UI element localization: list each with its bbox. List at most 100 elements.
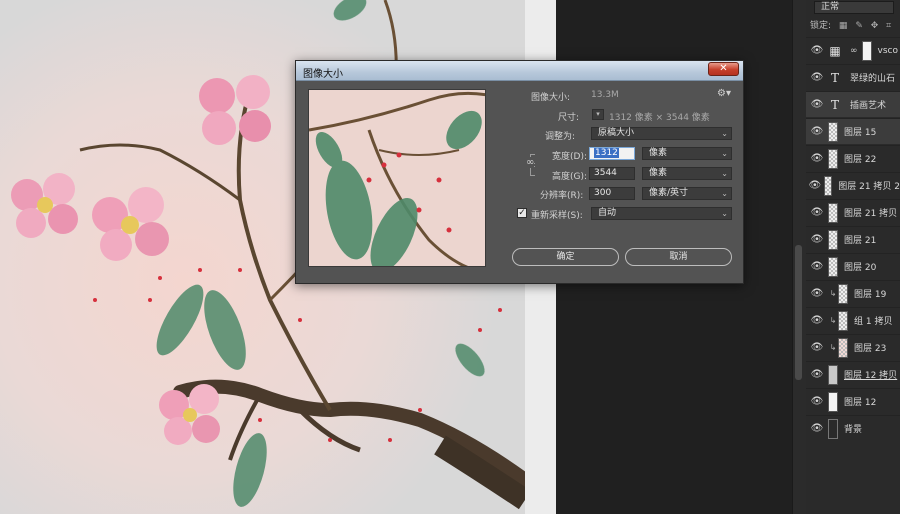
layer-thumbnail — [823, 175, 833, 196]
layer-name: 图层 19 — [854, 290, 887, 300]
link-icon: ∞ — [850, 45, 858, 56]
dialog-titlebar[interactable]: 图像大小 ✕ — [296, 61, 743, 81]
chevron-down-icon: ⌄ — [721, 129, 728, 138]
layer-row[interactable]: 👁 背景 — [806, 415, 900, 441]
layer-thumbnail — [828, 229, 838, 250]
width-unit-select[interactable]: 像素 ⌄ — [642, 147, 732, 160]
layer-name: vsco — [877, 45, 898, 56]
dimensions-unit-dropdown[interactable]: ▾ — [592, 109, 604, 120]
fit-to-select[interactable]: 原稿大小 ⌄ — [591, 127, 732, 140]
layer-thumbnail — [828, 256, 838, 277]
layer-name: 图层 20 — [844, 263, 877, 273]
layer-thumbnail — [828, 364, 838, 385]
layer-row[interactable]: 👁 图层 15 — [806, 118, 900, 144]
resample-select[interactable]: 自动 ⌄ — [591, 207, 732, 220]
lock-move-icon[interactable]: ✥ — [871, 18, 879, 34]
eye-icon[interactable]: 👁 — [806, 45, 828, 56]
ok-button[interactable]: 确定 — [512, 248, 619, 266]
eye-icon[interactable]: 👁 — [806, 423, 828, 434]
chevron-down-icon: ⌄ — [721, 169, 728, 178]
height-unit-value: 像素 — [649, 168, 668, 178]
image-size-label: 图像大小: — [531, 93, 571, 103]
layer-name: 图层 22 — [844, 155, 877, 165]
dimensions-label: 尺寸: — [558, 113, 580, 123]
eye-icon[interactable]: 👁 — [806, 369, 828, 380]
fit-to-label: 调整为: — [545, 132, 576, 142]
height-label: 高度(G): — [552, 172, 588, 182]
layer-row[interactable]: 👁 T 插画艺术 — [806, 91, 900, 117]
eye-icon[interactable]: 👁 — [806, 234, 828, 245]
resolution-unit-select[interactable]: 像素/英寸 ⌄ — [642, 187, 732, 200]
close-button[interactable]: ✕ — [708, 62, 739, 76]
lock-artboard-icon[interactable]: ⌗ — [886, 18, 891, 34]
resolution-unit-value: 像素/英寸 — [649, 188, 689, 198]
layer-name: 背景 — [844, 425, 863, 435]
layer-thumbnail — [828, 202, 838, 223]
lock-bar: 锁定: ▦ ✎ ✥ ⌗ — [806, 18, 900, 34]
eye-icon[interactable]: 👁 — [806, 99, 828, 110]
width-input[interactable]: 1312 — [589, 147, 635, 160]
blend-mode-select[interactable]: 正常 — [814, 1, 894, 14]
layer-thumbnail — [828, 418, 838, 439]
dimensions-value: 1312 像素 × 3544 像素 — [609, 113, 710, 123]
layer-name: 图层 12 — [844, 398, 877, 408]
layer-row[interactable]: 👁 图层 12 拷贝 — [806, 361, 900, 387]
clipping-arrow-icon: ↳ — [829, 343, 837, 352]
layer-row[interactable]: 👁 ↳ 图层 19 — [806, 280, 900, 306]
eye-icon[interactable]: 👁 — [806, 261, 828, 272]
eye-icon[interactable]: 👁 — [806, 207, 828, 218]
lock-transparent-icon[interactable]: ▦ — [839, 18, 848, 34]
layer-row[interactable]: 👁 图层 22 — [806, 145, 900, 171]
dialog-title: 图像大小 — [303, 69, 343, 80]
layer-thumbnail — [838, 310, 848, 331]
layer-thumbnail — [828, 148, 838, 169]
layer-thumbnail — [838, 337, 848, 358]
adjustment-grid-icon: ▦ — [829, 43, 841, 58]
height-unit-select[interactable]: 像素 ⌄ — [642, 167, 732, 180]
eye-icon[interactable]: 👁 — [806, 126, 828, 137]
constrain-proportions-link-icon[interactable]: ∞ — [526, 157, 535, 168]
eye-icon[interactable]: 👁 — [806, 342, 828, 353]
image-size-value: 13.3M — [591, 90, 619, 100]
chevron-down-icon: ⌄ — [721, 189, 728, 198]
resample-value: 自动 — [598, 208, 617, 218]
resolution-input[interactable]: 300 — [589, 187, 635, 200]
resample-checkbox[interactable]: ✓ — [517, 208, 527, 218]
text-layer-icon: T — [830, 70, 839, 85]
layer-row[interactable]: 👁 图层 21 拷贝 2 — [806, 172, 900, 198]
clipping-arrow-icon: ↳ — [829, 316, 837, 325]
layer-row[interactable]: 👁 ↳ 图层 23 — [806, 334, 900, 360]
chevron-down-icon: ⌄ — [721, 149, 728, 158]
layer-row[interactable]: 👁 图层 21 — [806, 226, 900, 252]
eye-icon[interactable]: 👁 — [806, 396, 828, 407]
width-unit-value: 像素 — [649, 148, 668, 158]
layer-row[interactable]: 👁 ↳ 组 1 拷贝 — [806, 307, 900, 333]
layer-row[interactable]: 👁 图层 21 拷贝 — [806, 199, 900, 225]
scrollbar-thumb[interactable] — [795, 245, 802, 380]
eye-icon[interactable]: 👁 — [806, 180, 824, 191]
lock-label: 锁定: — [810, 21, 832, 31]
dialog-body: 图像大小: 13.3M ⚙▾ 尺寸: ▾ 1312 像素 × 3544 像素 调… — [296, 81, 743, 283]
eye-icon[interactable]: 👁 — [806, 315, 828, 326]
layer-name: 图层 21 — [844, 236, 877, 246]
layer-name: 图层 23 — [854, 344, 887, 354]
layer-row[interactable]: 👁 图层 12 — [806, 388, 900, 414]
layer-thumbnail — [828, 121, 838, 142]
eye-icon[interactable]: 👁 — [806, 288, 828, 299]
image-preview[interactable] — [308, 89, 486, 267]
eye-icon[interactable]: 👁 — [806, 153, 828, 164]
height-input[interactable]: 3544 — [589, 167, 635, 180]
layer-mask-thumbnail[interactable] — [861, 40, 872, 61]
lock-paint-icon[interactable]: ✎ — [855, 18, 863, 34]
layer-thumbnail — [838, 283, 848, 304]
layer-row[interactable]: 👁 图层 20 — [806, 253, 900, 279]
layer-row[interactable]: 👁 ▦ ∞ vsco — [806, 37, 900, 63]
layer-row[interactable]: 👁 T 翠绿的山石 — [806, 64, 900, 90]
resample-label: 重新采样(S): — [531, 211, 583, 221]
layer-name: 图层 15 — [844, 128, 877, 138]
eye-icon[interactable]: 👁 — [806, 72, 828, 83]
clipping-arrow-icon: ↳ — [829, 289, 837, 298]
cancel-button[interactable]: 取消 — [625, 248, 732, 266]
gear-icon[interactable]: ⚙▾ — [717, 88, 731, 99]
layer-name: 插画艺术 — [850, 101, 887, 111]
